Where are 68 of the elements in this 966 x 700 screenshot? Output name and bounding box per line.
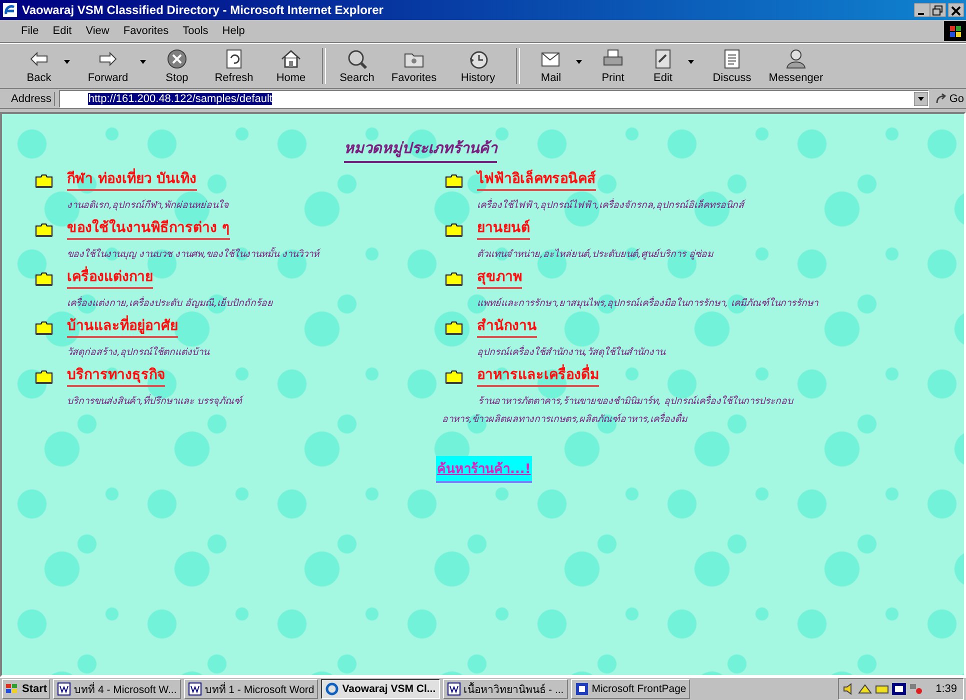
start-button[interactable]: Start — [2, 679, 50, 699]
stop-icon — [166, 48, 188, 70]
menu-item[interactable]: File — [14, 23, 46, 39]
toolbar-button[interactable]: Mail — [526, 46, 576, 86]
toolbar-button[interactable]: Refresh — [202, 46, 266, 86]
dropdown-caret-icon[interactable] — [140, 60, 146, 64]
category-description: แพทย์และการรักษา,ยาสมุนไพร,อุปกรณ์เครื่องมือในการรักษา, เคมีภัณฑ์ในการรักษา — [476, 295, 820, 311]
arrow-icon — [935, 92, 948, 104]
folder-icon — [445, 321, 463, 335]
page-heading: หมวดหมู่ประเภทร้านค้า — [344, 136, 497, 163]
folder-icon — [445, 223, 463, 237]
toolbar-button[interactable]: Stop — [152, 46, 202, 86]
category-description: งานอดิเรก,อุปกรณ์กีฬา,พักผ่อนหย่อนใจ — [66, 198, 230, 213]
close-icon[interactable] — [948, 3, 964, 17]
address-label: Address — [8, 92, 56, 106]
taskbar-button[interactable]: เนื้อหาวิทยานิพนธ์ - ... — [442, 679, 568, 699]
category-description: เครื่องแต่งกาย,เครื่องประดับ อัญมณี,เย็บปักถักร้อย — [66, 295, 274, 311]
restore-icon[interactable] — [930, 3, 946, 17]
keyboard-layout-icon[interactable] — [892, 683, 906, 695]
toolbar-button[interactable]: Edit — [638, 46, 688, 86]
folder-icon — [445, 272, 463, 286]
category-description: อุปกรณ์เครื่องใช้สำนักงาน,วัสดุใช้ในสำนักงาน — [476, 344, 666, 360]
go-button[interactable]: Go — [933, 92, 966, 104]
taskbar-button[interactable]: Microsoft FrontPage — [570, 679, 690, 699]
menu-item[interactable]: Help — [215, 23, 252, 39]
folder-icon — [445, 370, 463, 384]
dropdown-caret-icon[interactable] — [64, 60, 70, 64]
toolbar-button[interactable]: Back — [14, 46, 64, 86]
folder-icon — [35, 223, 53, 237]
menu-item[interactable]: Favorites — [116, 23, 176, 39]
address-field[interactable]: http://161.200.48.122/samples/default — [59, 90, 930, 108]
tray-icon[interactable] — [874, 683, 889, 695]
toolbar-button[interactable]: Print — [588, 46, 638, 86]
clock: 1:39 — [936, 683, 957, 695]
folder-icon — [35, 174, 53, 188]
person-icon — [785, 48, 807, 70]
dropdown-caret-icon[interactable] — [576, 60, 582, 64]
taskbar-button[interactable]: Vaowaraj VSM Cl... — [321, 679, 440, 699]
category-description: บริการขนส่งสินค้า,ที่ปรึกษาและ บรรจุภัณฑ์ — [66, 393, 244, 409]
toolbar-button[interactable]: Discuss — [700, 46, 764, 86]
toolbar-button[interactable]: Favorites — [382, 46, 446, 86]
dropdown-caret-icon[interactable] — [688, 60, 694, 64]
folder-icon — [445, 174, 463, 188]
category-description: ร้านอาหารภัตตาคาร,ร้านขายของชำมินิมาร์ท, อุปกรณ์เครื่องใช้ในการประกอบอาหาร,ข้าวผลิตผลทางการเกษตร,ผลิตภัณฑ์อาหาร,เครื่องดื่ม — [442, 393, 794, 427]
category-description: วัสดุก่อสร้าง,อุปกรณ์ใช้ตกแต่งบ้าน — [66, 346, 210, 360]
category-description: ตัวแทนจำหน่าย,อะไหล่ยนต์,ประดับยนต์,ศูนย์บริการ อู่ซ่อม — [476, 248, 714, 262]
minimize-icon[interactable] — [914, 3, 930, 17]
taskbar-button[interactable]: บทที่ 1 - Microsoft Word — [184, 679, 318, 699]
toolbar-button[interactable]: History — [446, 46, 510, 86]
category-description: ของใช้ในงานบุญ งานบวช งานศพ,ของใช้ในงานหมั้น งานวิวาห์ — [66, 246, 322, 262]
menu-item[interactable]: Tools — [176, 23, 216, 39]
toolbar-button[interactable]: Forward — [76, 46, 140, 86]
menu-item[interactable]: Edit — [46, 23, 79, 39]
toolbar-button[interactable]: Messenger — [764, 46, 828, 86]
folder-icon — [35, 272, 53, 286]
category-description: เครื่องใช้ไฟฟ้า,อุปกรณ์ไฟฟ้า,เครื่องจักรกล,อุปกรณ์อิเล็คทรอนิกส์ — [476, 197, 746, 213]
tray-icon[interactable] — [858, 683, 872, 695]
toolbar-button[interactable]: Search — [332, 46, 382, 86]
taskbar-button[interactable]: บทที่ 4 - Microsoft W... — [53, 679, 181, 699]
windows-flag-icon — [5, 683, 19, 695]
folder-icon — [35, 321, 53, 335]
toolbar-button[interactable]: Home — [266, 46, 316, 86]
folder-icon — [35, 370, 53, 384]
windows-logo-icon — [944, 21, 966, 41]
dropdown-arrow-icon[interactable] — [914, 92, 928, 106]
house-icon — [280, 48, 302, 70]
menu-item[interactable]: View — [78, 23, 116, 39]
window-title: Vaowaraj VSM Classified Directory - Microsoft Internet Explorer — [22, 3, 384, 17]
